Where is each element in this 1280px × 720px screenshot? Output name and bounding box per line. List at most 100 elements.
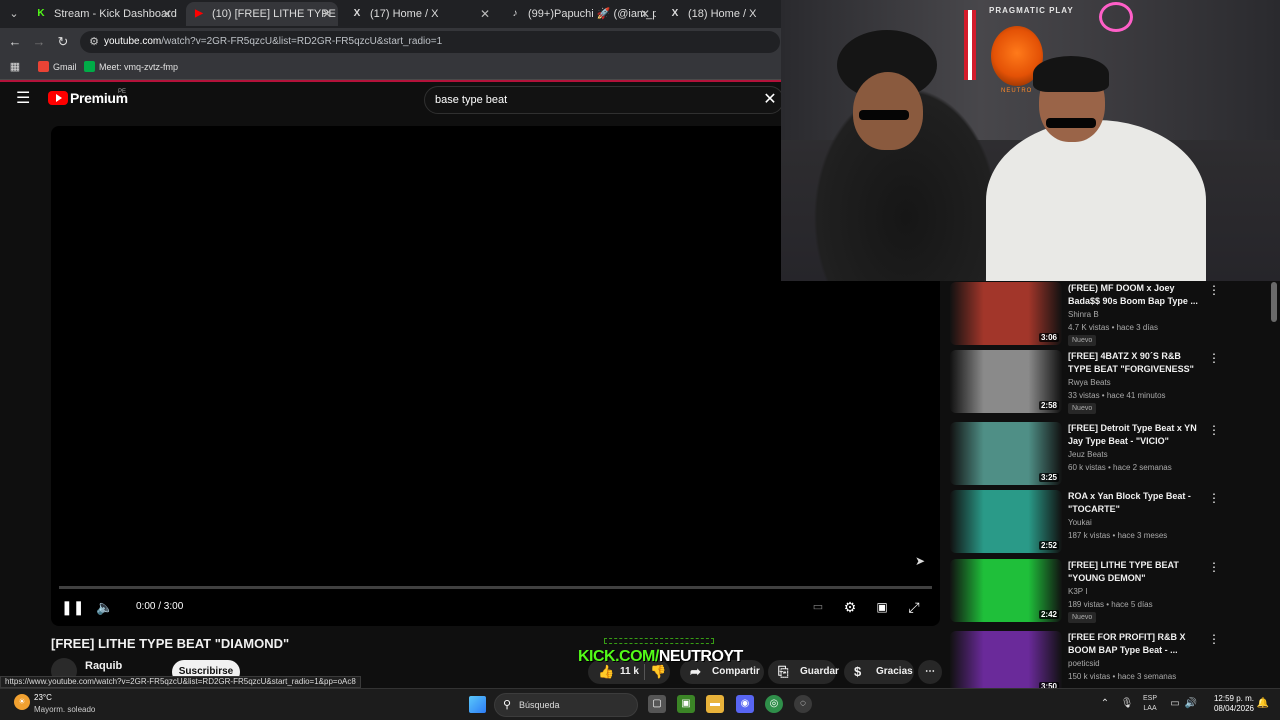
forward-arrow-icon[interactable]: → [30,33,48,51]
search-box[interactable]: base type beat ✕ [424,86,784,114]
recommendation-channel[interactable]: Youkai [1068,518,1092,527]
more-vertical-icon[interactable]: ⋮ [1206,282,1222,298]
scrollbar[interactable] [1271,282,1277,322]
close-tab-icon[interactable]: ✕ [320,2,334,26]
fullscreen-icon[interactable]: ⤢ [903,596,925,618]
network-icon[interactable]: ▭ [1168,689,1182,719]
recommendation-title[interactable]: ROA x Yan Block Type Beat - "TOCARTE" [1068,490,1206,516]
close-tab-icon[interactable]: ✕ [638,2,652,26]
region-code: PE [118,89,127,95]
taskbar-search[interactable]: ⚲ Búsqueda [494,693,638,717]
recommendation-item[interactable]: 2:52 ROA x Yan Block Type Beat - "TOCARTE… [950,490,1230,554]
new-badge: Nuevo [1068,612,1097,623]
recommendation-meta: 187 k vistas • hace 3 meses [1068,531,1168,540]
more-vertical-icon[interactable]: ⋮ [1206,350,1222,366]
recommendation-title[interactable]: [FREE] LITHE TYPE BEAT "YOUNG DEMON" [1068,559,1206,585]
subtitles-icon[interactable]: ▭ [807,596,829,618]
weather-condition[interactable]: Mayorm. soleado [34,705,95,714]
person-right-hair [1033,56,1109,92]
microphone-icon[interactable]: 🎙 [1120,689,1134,719]
back-arrow-icon[interactable]: ← [6,33,24,51]
clock[interactable]: 12:59 p. m. 08/04/2026 [1202,694,1254,714]
recommendation-channel[interactable]: Shinra B [1068,310,1099,319]
divider [644,664,645,680]
time-display: 0:00 / 3:00 [136,601,184,612]
language-indicator[interactable]: ESP LAA [1143,694,1157,714]
recommendation-channel[interactable]: poeticsid [1068,659,1100,668]
streamer-webcam: PRAGMATIC PLAY NEUTRO [781,0,1280,281]
tab-x-home[interactable]: X (17) Home / X ✕ [344,2,496,26]
temperature[interactable]: 23°C [34,693,52,702]
recommendation-title[interactable]: (FREE) MF DOOM x Joey Bada$$ 90s Boom Ba… [1068,282,1206,308]
video-thumbnail[interactable]: 2:52 [950,490,1062,553]
clear-search-icon[interactable]: ✕ [761,91,779,109]
video-thumbnail[interactable]: 3:06 [950,282,1062,345]
kick-icon: K [37,8,45,19]
recommendation-item[interactable]: 2:58 [FREE] 4BATZ X 90´S R&B TYPE BEAT "F… [950,350,1230,414]
more-actions-button[interactable]: ⋯ [918,660,942,684]
bookmark-icon: ⎘ [778,664,789,679]
app-icon[interactable]: ◌ [794,695,812,713]
more-vertical-icon[interactable]: ⋮ [1206,490,1222,506]
tab-title: (17) Home / X [370,8,439,20]
recommendation-channel[interactable]: Rwya Beats [1068,378,1111,387]
more-vertical-icon[interactable]: ⋮ [1206,559,1222,575]
volume-icon[interactable]: 🔈 [94,596,116,618]
site-info-icon[interactable]: ⚙ [86,34,102,50]
weather-icon[interactable]: ☀ [14,694,30,710]
tab-title: (99+)Papuchi 🚀 (@iam_papuc [528,8,656,20]
volume-tray-icon[interactable]: 🔊 [1184,689,1198,719]
thanks-button[interactable]: $ Gracias [844,660,914,684]
recommendation-channel[interactable]: K3P I [1068,587,1087,596]
settings-gear-icon[interactable]: ⚙ [839,596,861,618]
file-explorer-icon[interactable]: ▬ [706,695,724,713]
apps-grid-icon[interactable]: ▦ [6,58,24,76]
recommendation-title[interactable]: [FREE] 4BATZ X 90´S R&B TYPE BEAT "FORGI… [1068,350,1206,376]
reload-icon[interactable]: ↻ [54,33,72,51]
pause-icon[interactable]: ❚❚ [61,596,84,618]
notification-bell-icon[interactable]: 🔔 [1256,689,1270,719]
video-thumbnail[interactable]: 2:58 [950,350,1062,413]
close-tab-icon[interactable]: ✕ [160,2,174,26]
more-vertical-icon[interactable]: ⋮ [1206,422,1222,438]
tab-x-home-2[interactable]: X (18) Home / X [662,2,780,26]
bookmark-meet[interactable]: Meet: vmq-zvtz-fmp [84,56,178,78]
close-tab-icon[interactable]: ✕ [478,2,492,26]
progress-bar[interactable] [59,586,932,589]
save-button[interactable]: ⎘ Guardar [768,660,839,684]
tab-title: (18) Home / X [688,8,757,20]
recommendation-item[interactable]: 3:25 [FREE] Detroit Type Beat x YN Jay Ty… [950,422,1230,486]
discord-icon[interactable]: ◉ [736,695,754,713]
tab-tiktok[interactable]: ♪ (99+)Papuchi 🚀 (@iam_papuc ✕ [502,2,657,26]
video-thumbnail[interactable]: 2:42 [950,559,1062,622]
recommendation-title[interactable]: [FREE FOR PROFIT] R&B X BOOM BAP Type Be… [1068,631,1206,657]
recommendation-channel[interactable]: Jeuz Beats [1068,450,1108,459]
minecraft-icon[interactable]: ▣ [677,695,695,713]
stream-overlay-bar [604,638,714,644]
tab-kick-dashboard[interactable]: K Stream - Kick Dashboard ✕ [28,2,178,26]
bookmark-gmail[interactable]: Gmail [38,56,77,78]
chevron-up-icon[interactable]: ⌃ [1098,689,1112,719]
url-text[interactable]: youtube.com/watch?v=2GR-FR5qzcU&list=RD2… [104,31,442,53]
recommendation-title[interactable]: [FREE] Detroit Type Beat x YN Jay Type B… [1068,422,1206,448]
tab-youtube[interactable]: ▶ (10) [FREE] LITHE TYPE BEAT "D ✕ [186,2,338,26]
chrome-icon[interactable]: ◎ [765,695,783,713]
tiktok-icon: ♪ [512,8,518,19]
youtube-logo-icon[interactable] [48,91,68,105]
recommendation-item[interactable]: 3:06 (FREE) MF DOOM x Joey Bada$$ 90s Boo… [950,282,1230,346]
more-vertical-icon[interactable]: ⋮ [1206,631,1222,647]
recommendation-item[interactable]: 3:50 [FREE FOR PROFIT] R&B X BOOM BAP Typ… [950,631,1230,695]
tab-search-chevron-icon[interactable]: ⌄ [6,6,22,22]
search-input[interactable]: base type beat [435,87,507,113]
recommendation-item[interactable]: 2:42 [FREE] LITHE TYPE BEAT "YOUNG DEMON"… [950,559,1230,623]
video-thumbnail[interactable]: 3:50 [950,631,1062,694]
task-view-icon[interactable]: ▢ [648,695,666,713]
theater-mode-icon[interactable]: ▣ [871,596,893,618]
windows-start-icon[interactable] [469,696,486,713]
gmail-icon [38,61,49,72]
menu-icon[interactable]: ☰ [16,90,34,108]
omnibox[interactable]: ⚙ youtube.com/watch?v=2GR-FR5qzcU&list=R… [80,31,780,53]
channel-name[interactable]: Raquib [85,660,122,672]
video-thumbnail[interactable]: 3:25 [950,422,1062,485]
recommendation-meta: 189 vistas • hace 5 días [1068,600,1153,609]
